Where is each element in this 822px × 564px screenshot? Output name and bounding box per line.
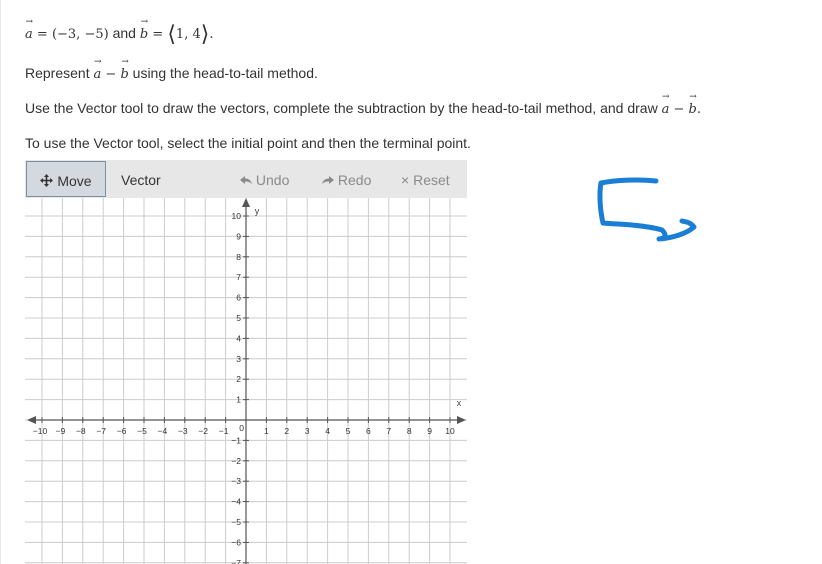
undo-label: Undo [255, 172, 290, 188]
instruction-use-tool: Use the Vector tool to draw the vectors,… [25, 100, 701, 117]
redo-button[interactable]: Redo [322, 160, 371, 198]
vector-a-symbol: a [25, 27, 33, 42]
reset-label: Reset [413, 172, 450, 188]
x-tick-label: −2 [198, 426, 208, 436]
graph-toolbar: Move Vector Undo Redo × Reset [25, 160, 467, 198]
undo-button[interactable]: Undo [240, 160, 289, 198]
x-tick-label: −3 [178, 426, 188, 436]
y-tick-label: 9 [236, 231, 241, 241]
y-tick-label: 4 [236, 333, 241, 343]
x-tick-label: 10 [445, 426, 455, 436]
x-tick-label: 6 [366, 426, 371, 436]
x-tick-label: −9 [56, 426, 66, 436]
y-tick-label: 8 [236, 252, 241, 262]
instruction-represent: Represent a − b using the head-to-tail m… [25, 65, 318, 82]
instruction-use-tool-b: b [689, 102, 697, 117]
vector-b-symbol: b [140, 27, 148, 42]
y-tick-label: 10 [232, 211, 242, 221]
x-tick-label: 2 [284, 426, 289, 436]
y-tick-label: 5 [236, 313, 241, 323]
minus-sign-2: − [673, 102, 685, 117]
page-left-border [0, 0, 1, 564]
origin-label: 0 [239, 423, 244, 433]
period: . [696, 102, 701, 117]
move-label: Move [57, 173, 92, 189]
given-vectors: a = (−3, −5) and b = ⟨1, 4⟩. [25, 22, 213, 47]
x-tick-label: −4 [158, 426, 168, 436]
y-tick-label: −3 [231, 476, 241, 486]
x-tick-label: 5 [346, 426, 351, 436]
y-tick-label: 7 [236, 272, 241, 282]
y-tick-label: −1 [231, 435, 241, 445]
instruction-vector-tool: To use the Vector tool, select the initi… [25, 135, 471, 151]
y-tick-label: 6 [236, 293, 241, 303]
instruction-represent-suffix: using the head-to-tail method. [132, 65, 318, 81]
instruction-represent-a: a [93, 67, 101, 82]
y-tick-label: −4 [231, 497, 241, 507]
instruction-use-tool-text: Use the Vector tool to draw the vectors,… [25, 100, 658, 116]
x-tick-label: −10 [33, 426, 48, 436]
instruction-represent-b: b [120, 67, 128, 82]
y-axis-label: y [255, 206, 260, 216]
y-tick-label: −6 [231, 537, 241, 547]
instruction-represent-prefix: Represent [25, 65, 90, 81]
x-tick-label: 1 [264, 426, 269, 436]
x-tick-label: 3 [305, 426, 310, 436]
move-button[interactable]: Move [26, 161, 106, 197]
redo-arrow-icon [322, 176, 334, 184]
close-x-icon: × [401, 172, 410, 188]
reset-button[interactable]: × Reset [401, 160, 450, 198]
x-tick-label: −6 [117, 426, 127, 436]
x-tick-label: −1 [219, 426, 229, 436]
instruction-use-tool-a: a [662, 102, 670, 117]
x-tick-label: −7 [96, 426, 106, 436]
and-text: and [112, 25, 136, 41]
y-tick-label: −5 [231, 517, 241, 527]
vector-a-value: (−3, −5) [51, 27, 109, 42]
vector-label: Vector [121, 172, 161, 188]
y-tick-label: 3 [236, 354, 241, 364]
vector-b-value: 1, 4 [175, 27, 201, 42]
y-tick-label: −7 [231, 558, 241, 564]
vector-tool-button[interactable]: Vector [121, 160, 161, 198]
x-tick-label: −5 [137, 426, 147, 436]
redo-label: Redo [337, 172, 372, 188]
hand-drawn-doodle [597, 177, 697, 242]
undo-arrow-icon [240, 176, 252, 184]
coordinate-grid[interactable]: xy−10 −9 −8 −7 −6 −5 −4 −3 −2 −1 1 2 3 4 5 6 7 8 9 10109876… [25, 198, 467, 564]
x-tick-label: 7 [386, 426, 391, 436]
y-tick-label: 1 [236, 395, 241, 405]
y-axis-arrow-up [242, 198, 250, 207]
y-tick-label: 2 [236, 374, 241, 384]
x-axis-arrow-right [457, 416, 466, 424]
x-tick-label: 4 [325, 426, 330, 436]
x-axis-arrow-left [27, 416, 36, 424]
y-tick-label: −2 [231, 456, 241, 466]
x-tick-label: 9 [427, 426, 432, 436]
x-axis-label: x [457, 398, 462, 408]
move-arrows-icon [40, 174, 54, 187]
x-tick-label: −8 [76, 426, 86, 436]
x-tick-label: 8 [407, 426, 412, 436]
minus-sign: − [105, 67, 117, 82]
